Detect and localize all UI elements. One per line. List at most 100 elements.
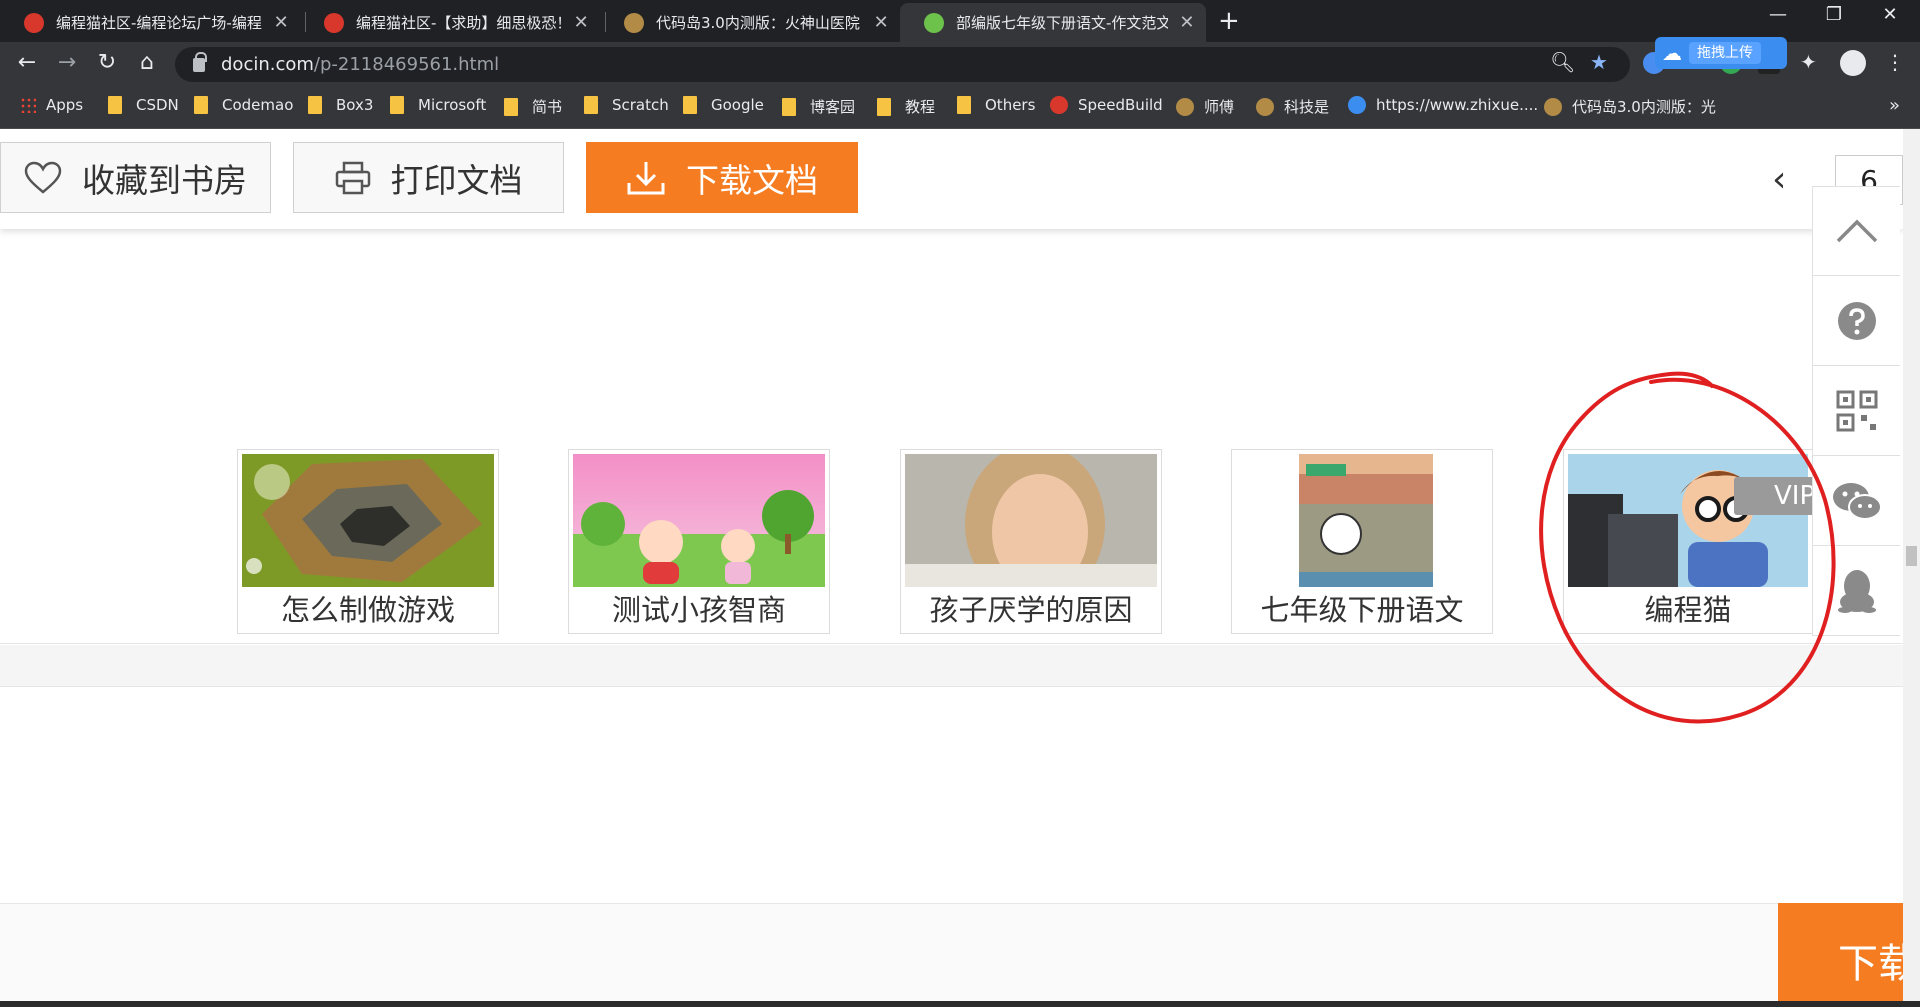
address-bar[interactable]: docin.com/p-2118469561.html [175,47,1630,82]
wechat-button[interactable] [1813,456,1900,546]
bookmark-label: 简书 [532,98,563,116]
cartoon-programmer-thumbnail [1568,454,1808,587]
download-icon [627,161,665,194]
document-action-bar: 收藏到书房 打印文档 下载文档 ‹ 6 [0,129,1903,229]
wechat-icon [1832,482,1882,520]
bookmark-label: Scratch [612,96,669,114]
tab-4-active[interactable]: 部编版七年级下册语文-作文范文 ✕ [900,3,1206,42]
bookmark-keji[interactable]: 科技是 [1256,96,1329,117]
scrollbar-thumb[interactable] [1906,546,1917,566]
bookmark-cnblogs[interactable]: 博客园 [782,96,855,117]
bookmark-label: CSDN [136,96,179,114]
bookmark-box3[interactable]: Box3 [308,96,373,114]
bookmark-zhixue[interactable]: https://www.zhixue.... [1348,96,1538,114]
minimize-button[interactable]: — [1748,4,1808,25]
qr-code-button[interactable] [1813,366,1900,456]
folder-icon [504,97,518,116]
chevron-up-icon [1836,219,1877,243]
apps-grid-icon [20,97,36,113]
bookmark-others[interactable]: Others [957,96,1035,114]
download-button[interactable]: 下载文档 [586,142,858,213]
bookmark-scratch[interactable]: Scratch [584,96,669,114]
related-caption: 怎么制做游戏 [280,593,455,627]
help-button[interactable] [1813,276,1900,366]
close-tab-icon[interactable]: ✕ [872,12,890,33]
tab-title: 编程猫社区-编程论坛广场-编程学 [56,14,263,32]
box3-favicon-icon [1544,97,1562,116]
tab-title: 代码岛3.0内测版：火神山医院 [656,14,860,32]
bookmark-shifu[interactable]: 师傅 [1176,96,1234,117]
bookmark-label: 博客园 [810,98,856,116]
related-card[interactable]: 怎么制做游戏 [237,449,499,634]
back-arrow-icon[interactable]: ← [12,50,42,75]
related-caption: 七年级下册语文 [1260,593,1464,627]
bookmark-apps[interactable]: Apps [20,96,83,114]
bookmark-box3-test[interactable]: 代码岛3.0内测版：光 [1544,96,1716,117]
crying-girl-thumbnail [905,454,1157,587]
page-content: 收藏到书房 打印文档 下载文档 ‹ 6 怎么制做游戏 测试小孩智商 孩子厌学的原… [0,129,1903,1001]
home-icon[interactable]: ⌂ [132,50,162,75]
folder-icon [683,96,697,114]
bookmark-speedbuild[interactable]: SpeedBuild [1050,96,1163,114]
floating-download-button[interactable]: 下载 [1778,903,1903,1001]
previous-page-button[interactable]: ‹ [1772,159,1786,200]
tab-2[interactable]: 编程猫社区-【求助】细思极恐！ ✕ [300,3,600,42]
favorite-button[interactable]: 收藏到书房 [0,142,271,213]
bookmark-codemao[interactable]: Codemao [194,96,293,114]
close-tab-icon[interactable]: ✕ [572,12,590,33]
bookmark-microsoft[interactable]: Microsoft [390,96,486,114]
browser-toolbar: ← → ↻ ⌂ docin.com/p-2118469561.html 🔍︎ ★… [0,42,1920,87]
qq-penguin-icon [1837,569,1876,613]
profile-avatar-icon[interactable] [1840,50,1866,76]
vip-label: VIP [1774,481,1816,511]
heart-icon [24,161,62,194]
qq-button[interactable] [1813,546,1900,636]
tab-3[interactable]: 代码岛3.0内测版：火神山医院 ✕ [600,3,900,42]
related-card[interactable]: 孩子厌学的原因 [900,449,1162,634]
bookmark-jianshu[interactable]: 简书 [504,96,562,117]
box3-favicon-icon [1256,97,1274,116]
tab-title: 部编版七年级下册语文-作文范文 [956,14,1168,32]
bookmarks-bar: Apps CSDN Codemao Box3 Microsoft 简书 Scra… [0,87,1920,129]
bookmarks-overflow-button[interactable]: » [1889,95,1900,116]
close-tab-icon[interactable]: ✕ [1178,12,1196,33]
related-documents: 怎么制做游戏 测试小孩智商 孩子厌学的原因 七年级下册语文 编程猫 [0,449,1903,644]
bookmark-label: Others [985,96,1036,114]
folder-icon [782,97,796,116]
zhixue-favicon-icon [1348,96,1366,114]
download-label: 下载文档 [686,160,818,200]
bookmark-label: Google [711,96,764,114]
bookmark-label: Box3 [336,96,374,114]
restore-button[interactable]: ❐ [1804,4,1864,25]
close-window-button[interactable]: ✕ [1860,4,1920,25]
zoom-icon[interactable]: 🔍︎ [1550,50,1575,74]
docin-favicon-icon [924,12,944,33]
back-to-top-button[interactable] [1813,186,1900,276]
drag-upload-widget[interactable]: ☁ 拖拽上传 [1655,37,1787,69]
folder-icon [877,97,891,116]
help-icon [1837,301,1876,340]
bookmark-google[interactable]: Google [683,96,764,114]
vip-badge[interactable]: VIP [1734,477,1816,515]
bookmark-csdn[interactable]: CSDN [108,96,179,114]
folder-icon [308,96,322,114]
bookmark-label: Codemao [222,96,294,114]
bookmark-star-icon[interactable]: ★ [1590,50,1608,74]
folder-icon [194,96,208,114]
page-scrollbar[interactable] [1903,129,1920,1001]
new-tab-button[interactable]: + [1218,6,1240,36]
reload-icon[interactable]: ↻ [92,50,122,75]
forward-arrow-icon[interactable]: → [52,50,82,75]
game-map-thumbnail [242,454,494,587]
related-card[interactable]: 测试小孩智商 [568,449,830,634]
menu-dots-icon[interactable]: ⋮ [1885,50,1905,74]
bookmark-tutorials[interactable]: 教程 [877,96,935,117]
close-tab-icon[interactable]: ✕ [272,12,290,33]
tab-strip: 编程猫社区-编程论坛广场-编程学 ✕ 编程猫社区-【求助】细思极恐！ ✕ 代码岛… [0,0,1920,42]
print-button[interactable]: 打印文档 [293,142,564,213]
codemao-favicon-icon [24,12,44,33]
related-card[interactable]: 七年级下册语文 [1231,449,1493,634]
extensions-puzzle-icon[interactable]: ✦ [1800,50,1817,74]
tab-1[interactable]: 编程猫社区-编程论坛广场-编程学 ✕ [0,3,300,42]
bookmark-label: 科技是 [1284,98,1330,116]
